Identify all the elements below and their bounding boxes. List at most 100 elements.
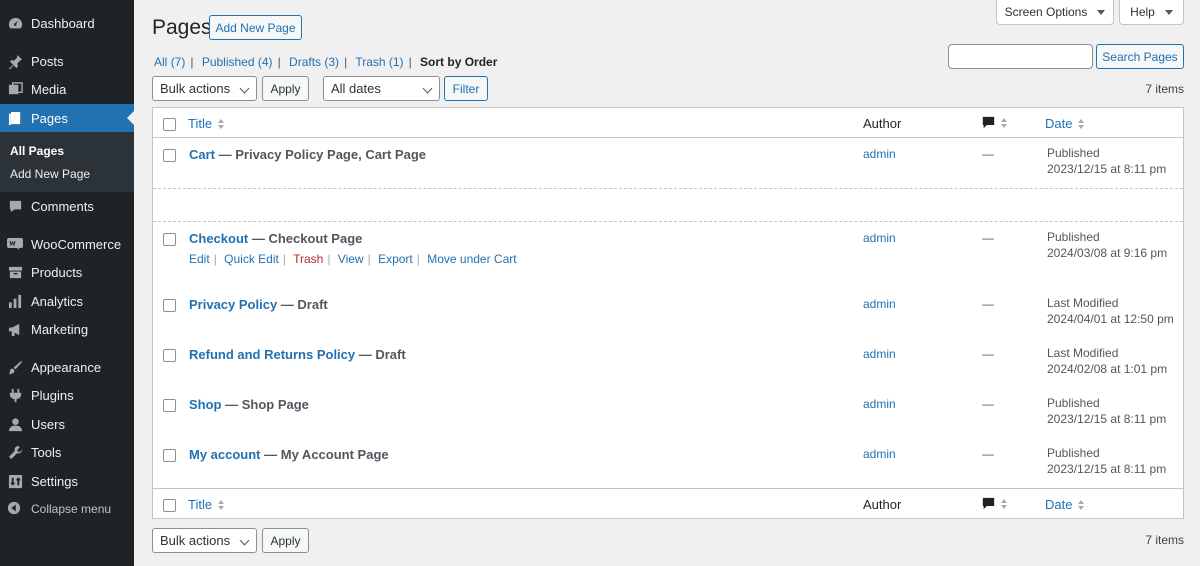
- apply-button-top[interactable]: Apply: [262, 76, 309, 101]
- row-checkbox[interactable]: [163, 349, 176, 362]
- row-comments: —: [982, 347, 994, 361]
- submenu-all-pages[interactable]: All Pages: [10, 144, 64, 158]
- column-date-sort[interactable]: Date: [1045, 116, 1085, 131]
- menu-item-tools[interactable]: Tools: [0, 438, 134, 466]
- menu-item-plugins[interactable]: Plugins: [0, 381, 134, 409]
- filter-all[interactable]: All (7): [154, 55, 185, 69]
- row-date: Published 2024/03/08 at 9:16 pm: [1047, 230, 1168, 260]
- menu-item-products[interactable]: Products: [0, 258, 134, 286]
- row-author[interactable]: admin: [863, 347, 896, 361]
- row-title: My account — My Account Page: [189, 447, 389, 462]
- action-edit[interactable]: Edit: [189, 252, 210, 266]
- row-title-link[interactable]: My account: [189, 447, 261, 462]
- comment-bubble-icon: [982, 116, 995, 129]
- menu-label: Products: [31, 264, 83, 280]
- row-comments: —: [982, 147, 994, 161]
- help-label: Help: [1130, 5, 1155, 19]
- column-comments-sort-bottom[interactable]: [982, 497, 1007, 510]
- filter-trash[interactable]: Trash (1): [355, 55, 403, 69]
- table-row: Shop — Shop Page admin — Published 2023/1…: [153, 388, 1183, 438]
- row-checkbox[interactable]: [163, 299, 176, 312]
- row-author[interactable]: admin: [863, 147, 896, 161]
- column-title-label: Title: [188, 116, 213, 131]
- row-author[interactable]: admin: [863, 447, 896, 461]
- column-title-sort-bottom[interactable]: Title: [188, 497, 225, 512]
- row-title-link[interactable]: Shop: [189, 397, 222, 412]
- current-menu-arrow: [127, 111, 134, 125]
- column-title-sort[interactable]: Title: [188, 116, 225, 131]
- table-header: Title Author Date: [153, 108, 1183, 138]
- dates-value: All dates: [331, 81, 381, 96]
- menu-item-pages[interactable]: Pages: [0, 104, 134, 132]
- row-checkbox[interactable]: [163, 233, 176, 246]
- column-comments-sort[interactable]: [982, 116, 1007, 129]
- dashboard-icon: [7, 15, 23, 31]
- row-date: Published 2023/12/15 at 8:11 pm: [1047, 446, 1167, 476]
- menu-item-comments[interactable]: Comments: [0, 192, 134, 220]
- main-content: Screen Options Help Pages Add New Page A…: [134, 0, 1200, 566]
- row-author[interactable]: admin: [863, 231, 896, 245]
- sort-icon: [1001, 117, 1007, 128]
- table-row: Privacy Policy — Draft admin — Last Modi…: [153, 288, 1183, 338]
- collapse-label: Collapse menu: [31, 502, 112, 516]
- menu-item-posts[interactable]: Posts: [0, 47, 134, 75]
- action-move-under-cart[interactable]: Move under Cart: [427, 252, 516, 266]
- submenu-add-new-page[interactable]: Add New Page: [10, 167, 90, 181]
- collapse-menu-button[interactable]: Collapse menu: [0, 498, 134, 520]
- menu-item-analytics[interactable]: Analytics: [0, 287, 134, 315]
- filter-drafts[interactable]: Drafts (3): [289, 55, 339, 69]
- bulk-actions-select-bottom[interactable]: Bulk actions: [152, 528, 257, 553]
- add-new-page-button[interactable]: Add New Page: [209, 15, 302, 40]
- bulk-actions-value: Bulk actions: [160, 81, 231, 96]
- caret-down-icon: [1164, 9, 1173, 15]
- column-date-sort-bottom[interactable]: Date: [1045, 497, 1085, 512]
- table-row: My account — My Account Page admin — Pub…: [153, 438, 1183, 488]
- search-input[interactable]: [948, 44, 1093, 69]
- megaphone-icon: [7, 321, 23, 337]
- menu-item-users[interactable]: Users: [0, 410, 134, 438]
- row-title: Cart — Privacy Policy Page, Cart Page: [189, 147, 427, 162]
- select-all-checkbox[interactable]: [163, 118, 176, 131]
- action-export[interactable]: Export: [378, 252, 413, 266]
- wrench-icon: [7, 444, 23, 460]
- action-trash[interactable]: Trash: [293, 252, 323, 266]
- column-author-label: Author: [863, 116, 902, 131]
- row-date: Last Modified 2024/02/08 at 1:01 pm: [1047, 346, 1168, 376]
- collapse-icon: [7, 501, 23, 517]
- menu-item-woocommerce[interactable]: WooCommerce: [0, 230, 134, 258]
- row-title-link[interactable]: Privacy Policy: [189, 297, 277, 312]
- bulk-actions-select-top[interactable]: Bulk actions: [152, 76, 257, 101]
- row-checkbox[interactable]: [163, 449, 176, 462]
- row-comments: —: [982, 231, 994, 245]
- row-author[interactable]: admin: [863, 397, 896, 411]
- row-title-link[interactable]: Cart: [189, 147, 215, 162]
- row-author[interactable]: admin: [863, 297, 896, 311]
- action-view[interactable]: View: [338, 252, 364, 266]
- menu-item-appearance[interactable]: Appearance: [0, 353, 134, 381]
- pin-icon: [7, 53, 23, 69]
- pages-table: Title Author Date Cart — Privacy Policy …: [152, 107, 1184, 519]
- dates-filter-select[interactable]: All dates: [323, 76, 440, 101]
- menu-item-marketing[interactable]: Marketing: [0, 315, 134, 343]
- menu-item-dashboard[interactable]: Dashboard: [0, 9, 134, 37]
- apply-button-bottom[interactable]: Apply: [262, 528, 309, 553]
- row-title-link[interactable]: Refund and Returns Policy: [189, 347, 355, 362]
- screen-options-button[interactable]: Screen Options: [996, 0, 1114, 25]
- status-filter-links: All (7) | Published (4) | Drafts (3) | Tras…: [154, 55, 497, 69]
- archive-icon: [7, 264, 23, 280]
- pages-icon: [7, 110, 23, 126]
- chevron-down-icon: [422, 83, 433, 94]
- filter-published[interactable]: Published (4): [202, 55, 273, 69]
- search-pages-button[interactable]: Search Pages: [1096, 44, 1184, 69]
- menu-label: Settings: [31, 473, 78, 489]
- action-quick-edit[interactable]: Quick Edit: [224, 252, 279, 266]
- row-checkbox[interactable]: [163, 399, 176, 412]
- menu-item-media[interactable]: Media: [0, 75, 134, 103]
- sort-by-order-link[interactable]: Sort by Order: [420, 55, 497, 69]
- row-checkbox[interactable]: [163, 149, 176, 162]
- filter-button[interactable]: Filter: [444, 76, 488, 101]
- help-button[interactable]: Help: [1119, 0, 1184, 25]
- menu-item-settings[interactable]: Settings: [0, 467, 134, 495]
- select-all-checkbox-bottom[interactable]: [163, 499, 176, 512]
- row-title-link[interactable]: Checkout: [189, 231, 248, 246]
